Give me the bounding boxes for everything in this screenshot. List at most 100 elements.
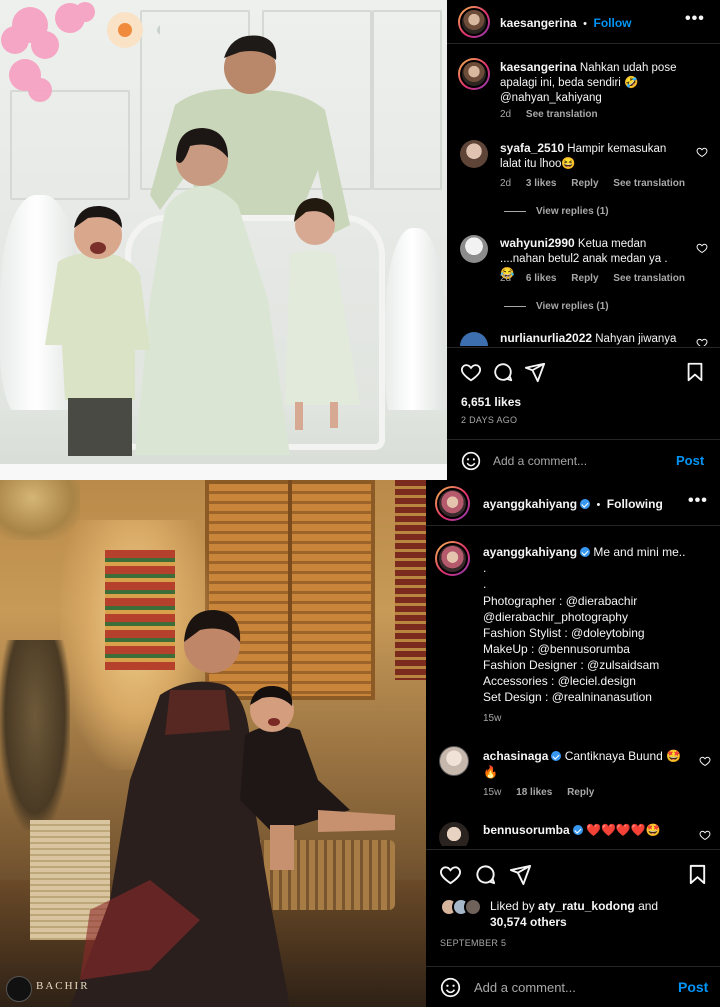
view-replies-button[interactable]: View replies (1) <box>504 206 609 217</box>
see-translation-link[interactable]: See translation <box>613 178 685 189</box>
liked-by-avatars[interactable] <box>440 898 490 918</box>
watermark-text: BACHIR <box>36 980 90 992</box>
caption-credit-line: @dierabachir_photography <box>483 610 628 624</box>
caption-text: Me and mini me.. <box>593 545 686 559</box>
panel-gap <box>0 464 447 480</box>
heart-icon[interactable] <box>439 863 462 886</box>
heart-icon[interactable] <box>460 361 482 383</box>
view-replies-button[interactable]: View replies (1) <box>504 301 609 312</box>
likes-count[interactable]: 6,651 likes <box>461 395 521 409</box>
comment-meta: 2d 3 likes Reply See translation <box>500 178 697 189</box>
comment: achasinaga Cantiknaya Buund 🤩🔥 <box>483 748 688 780</box>
see-translation-link[interactable]: See translation <box>526 109 598 120</box>
caption-credit-line: MakeUp : @bennusorumba <box>483 642 630 656</box>
caption-avatar[interactable] <box>458 58 490 90</box>
caption-username[interactable]: ayanggkahiyang <box>483 545 577 559</box>
comment-username[interactable]: syafa_2510 <box>500 141 564 155</box>
commenter-avatar[interactable] <box>460 332 488 346</box>
comment-time: 2d <box>500 178 512 189</box>
user-avatar[interactable] <box>458 6 490 38</box>
follow-button[interactable]: Follow <box>593 16 631 30</box>
verified-badge-icon <box>580 547 591 557</box>
liked-by-others[interactable]: 30,574 others <box>490 915 567 929</box>
commenter-avatar[interactable] <box>460 140 488 168</box>
reply-button[interactable]: Reply <box>571 273 598 284</box>
post2-header: ayanggkahiyang • Following ••• <box>426 480 720 526</box>
separator-dot: • <box>596 499 601 511</box>
add-comment-section: Add a comment... Post <box>426 966 720 1007</box>
reply-button[interactable]: Reply <box>567 787 594 798</box>
emoji-icon[interactable] <box>461 451 481 471</box>
caption-time: 2d <box>500 109 512 120</box>
caption-avatar[interactable] <box>435 541 470 576</box>
following-button[interactable]: Following <box>607 497 663 511</box>
user-avatar[interactable] <box>435 486 470 521</box>
see-translation-link[interactable]: See translation <box>613 273 685 284</box>
heart-icon[interactable] <box>696 146 708 158</box>
verified-badge-icon <box>580 499 591 509</box>
caption-time: 15w <box>483 713 502 724</box>
comment-clipped: bennusorumba ❤️❤️❤️❤️🤩 <box>426 818 720 846</box>
flower-decoration <box>1 2 160 102</box>
username-link[interactable]: kaesangerina <box>500 16 577 30</box>
emoji-icon[interactable] <box>440 977 461 998</box>
share-icon[interactable] <box>509 863 532 886</box>
view-replies-label: View replies (1) <box>536 301 609 312</box>
comment: nurlianurlia2022 Nahyan jiwanya <box>500 331 700 346</box>
comment-input[interactable]: Add a comment... <box>493 454 587 468</box>
commenter-avatar[interactable] <box>439 746 469 776</box>
caption-dot: . <box>483 577 487 591</box>
comment-likes[interactable]: 3 likes <box>526 178 557 189</box>
separator-dot: • <box>583 18 588 30</box>
commenter-avatar[interactable] <box>439 822 469 846</box>
comment-username[interactable]: bennusorumba <box>483 823 570 837</box>
caption-username[interactable]: kaesangerina <box>500 60 577 74</box>
comment-likes[interactable]: 18 likes <box>516 787 552 798</box>
comment-input[interactable]: Add a comment... <box>474 980 576 995</box>
share-icon[interactable] <box>524 361 546 383</box>
post2-photo[interactable]: BACHIR <box>0 480 426 1007</box>
comment-icon[interactable] <box>492 361 514 383</box>
heart-icon[interactable] <box>699 755 711 767</box>
caption-credit-line: Photographer : @dierabachir <box>483 594 638 608</box>
post-button[interactable]: Post <box>678 979 708 995</box>
comment-icon[interactable] <box>474 863 497 886</box>
comment-text: ❤️❤️❤️❤️🤩 <box>586 823 661 837</box>
post1-photo[interactable] <box>0 0 447 480</box>
heart-icon[interactable] <box>696 242 708 254</box>
caption-meta: 2d See translation <box>500 109 610 120</box>
header-user-row: kaesangerina • Follow <box>500 14 631 32</box>
comment-username[interactable]: nurlianurlia2022 <box>500 331 592 345</box>
post1-panel: kaesangerina • Follow ••• kaesangerina N… <box>447 0 720 480</box>
more-icon[interactable]: ••• <box>688 492 708 510</box>
username-link[interactable]: ayanggkahiyang <box>483 497 577 511</box>
bookmark-icon[interactable] <box>684 361 706 383</box>
more-icon[interactable]: ••• <box>685 10 705 28</box>
header-user-row: ayanggkahiyang • Following <box>483 495 663 513</box>
caption-credit-line: Fashion Designer : @zulsaidsam <box>483 658 660 672</box>
liked-by-text: Liked by aty_ratu_kodong and 30,574 othe… <box>490 898 710 930</box>
commenter-avatar[interactable] <box>460 235 488 263</box>
post-button[interactable]: Post <box>676 453 704 468</box>
post-date: 2 DAYS AGO <box>461 415 518 425</box>
divider-line <box>504 306 526 307</box>
liked-by-and: and <box>638 899 659 913</box>
liked-by-user[interactable]: aty_ratu_kodong <box>538 899 635 913</box>
heart-icon[interactable] <box>699 829 711 841</box>
comment-username[interactable]: wahyuni2990 <box>500 236 575 250</box>
reply-button[interactable]: Reply <box>571 178 598 189</box>
bookmark-icon[interactable] <box>686 863 709 886</box>
caption-credit-line: Accessories : @leciel.design <box>483 674 636 688</box>
view-replies-label: View replies (1) <box>536 206 609 217</box>
actions-section: 6,651 likes 2 DAYS AGO <box>447 347 720 439</box>
comment-meta: 15w 18 likes Reply <box>483 787 606 798</box>
heart-icon[interactable] <box>696 337 708 346</box>
post2-panel: ayanggkahiyang • Following ••• ayanggkah… <box>426 480 720 1007</box>
post-date: SEPTEMBER 5 <box>440 938 507 948</box>
comment-username[interactable]: achasinaga <box>483 749 548 763</box>
comment-likes[interactable]: 6 likes <box>526 273 557 284</box>
comment: syafa_2510 Hampir kemasukan lalat itu lh… <box>500 141 685 172</box>
mother-and-son-figures <box>70 610 395 1007</box>
comment-time: 2d <box>500 273 512 284</box>
caption-dot: . <box>483 561 487 575</box>
